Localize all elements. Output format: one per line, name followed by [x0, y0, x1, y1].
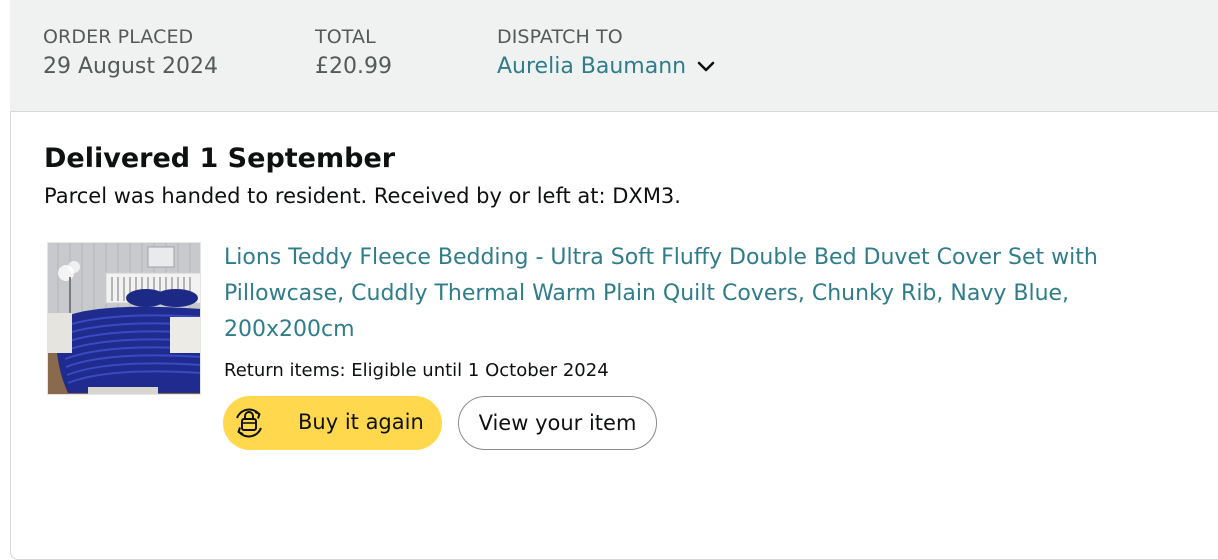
order-placed-date: 29 August 2024 — [43, 54, 218, 79]
order-placed-label: ORDER PLACED — [43, 26, 194, 48]
buy-it-again-label: Buy it again — [298, 410, 424, 434]
view-your-item-label: View your item — [478, 411, 637, 435]
buy-again-icon — [236, 408, 262, 438]
delivery-status-title: Delivered 1 September — [44, 143, 396, 174]
chevron-down-icon — [697, 61, 715, 71]
order-total-value: £20.99 — [315, 54, 392, 79]
view-your-item-button[interactable]: View your item — [458, 396, 657, 450]
order-total-label: TOTAL — [315, 26, 376, 48]
product-image-graphic — [48, 243, 200, 394]
product-title-link[interactable]: Lions Teddy Fleece Bedding - Ultra Soft … — [224, 240, 1184, 348]
order-placed: ORDER PLACED 29 August 2024 — [43, 26, 218, 79]
delivery-status-detail: Parcel was handed to resident. Received … — [44, 184, 681, 208]
buy-it-again-button[interactable]: Buy it again — [223, 396, 442, 450]
return-eligibility: Return items: Eligible until 1 October 2… — [224, 360, 609, 381]
dispatch-to-label: DISPATCH TO — [497, 26, 623, 48]
dispatch-recipient-dropdown[interactable]: Aurelia Baumann — [497, 54, 716, 79]
product-image[interactable] — [47, 242, 201, 395]
dispatch-to: DISPATCH TO Aurelia Baumann — [497, 26, 716, 79]
order-header: ORDER PLACED 29 August 2024 TOTAL £20.99… — [10, 0, 1218, 112]
dispatch-recipient-name: Aurelia Baumann — [497, 54, 687, 79]
order-total: TOTAL £20.99 — [315, 26, 392, 79]
